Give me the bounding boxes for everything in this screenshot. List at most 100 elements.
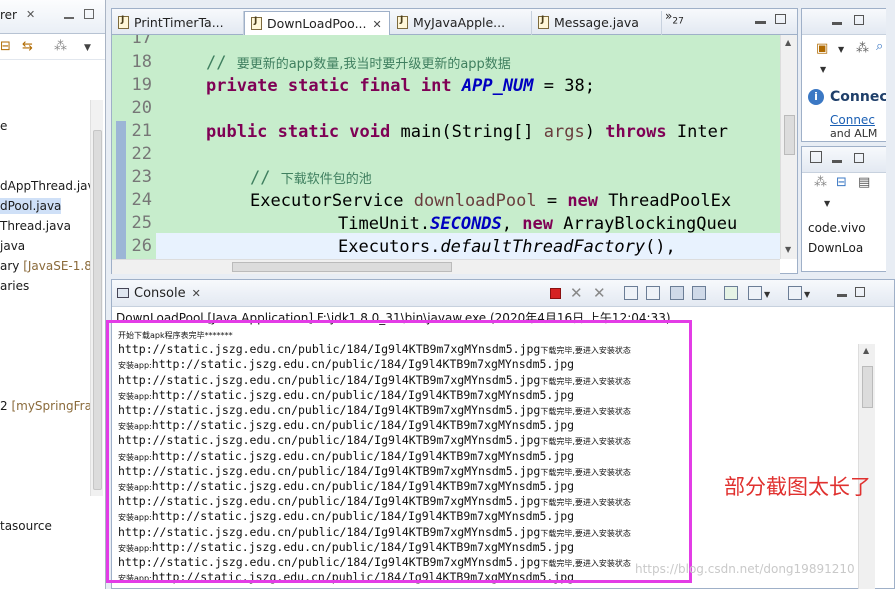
minimize-icon[interactable]: [837, 294, 847, 297]
minimize-icon[interactable]: [832, 160, 842, 163]
show-on-output-icon[interactable]: [692, 286, 706, 300]
maximize-icon[interactable]: [854, 153, 864, 163]
tree-item[interactable]: java: [0, 238, 25, 254]
tree-item[interactable]: Thread.java: [0, 218, 71, 234]
chevron-down-icon[interactable]: ▼: [764, 290, 778, 304]
remove-all-icon[interactable]: ✕: [593, 286, 607, 301]
outline-item[interactable]: code.vivo: [808, 221, 866, 235]
maximize-icon[interactable]: [775, 14, 786, 24]
hide-fields-icon[interactable]: ▤: [858, 175, 870, 190]
editor-horizontal-scrollbar[interactable]: [112, 259, 780, 274]
close-icon[interactable]: ✕: [26, 8, 35, 21]
tree-item-label: java: [0, 239, 26, 253]
code-token: TimeUnit.: [338, 214, 431, 234]
more-tabs-count: 27: [672, 16, 684, 27]
connect-link[interactable]: Connec: [830, 113, 875, 127]
chevron-down-icon[interactable]: ▼: [804, 290, 818, 304]
editor-tab[interactable]: Message.java: [532, 11, 662, 35]
filter-icon[interactable]: ⁂: [54, 39, 67, 54]
code-token: ArrayBlockingQueu: [552, 214, 738, 234]
code-token: main(String[]: [400, 122, 544, 142]
parameter-token: args: [543, 122, 585, 142]
filter-icon[interactable]: ⁂: [856, 41, 869, 56]
comment-text: 要更新的app数量,我当时要升级更新的app数据: [236, 57, 511, 72]
tree-item[interactable]: aries: [0, 278, 29, 294]
chevron-down-icon[interactable]: ▼: [824, 199, 830, 208]
chevron-down-icon[interactable]: ▼: [838, 45, 844, 54]
scrollbar-thumb[interactable]: [232, 262, 452, 272]
package-explorer-scrollbar[interactable]: [90, 100, 103, 496]
tree-item[interactable]: ary [JavaSE-1.8]: [0, 258, 97, 274]
outline-item[interactable]: DownLoa: [808, 241, 863, 255]
annotation-text: 部分截图太长了: [724, 475, 871, 499]
clear-console-icon[interactable]: [624, 286, 638, 300]
scrollbar-thumb[interactable]: [862, 366, 873, 408]
tree-item[interactable]: dAppThread.java: [0, 178, 102, 194]
chevron-down-icon[interactable]: ▼: [820, 65, 826, 74]
package-explorer-tab[interactable]: rer: [0, 8, 17, 22]
tree-item-label: dAppThread.java: [0, 179, 102, 193]
tree-item[interactable]: 2 [mySpringFra: [0, 398, 92, 414]
code-line-25: TimeUnit.SECONDS, new ArrayBlockingQueu: [338, 214, 737, 234]
search-icon[interactable]: ⌕: [876, 39, 883, 54]
chevron-down-icon[interactable]: ▼: [84, 43, 91, 53]
tree-item[interactable]: e: [0, 118, 7, 134]
editor-tab[interactable]: PrintTimerTa...: [112, 11, 244, 35]
pin-console-icon[interactable]: [724, 286, 738, 300]
code-area[interactable]: 17 18 19 20 21 22 23 24 25 26 // 要更新的app…: [112, 35, 780, 259]
sort-icon[interactable]: ⊟: [836, 175, 847, 190]
code-token: = 38;: [533, 76, 595, 96]
console-icon: [117, 288, 129, 298]
link-editor-icon[interactable]: ⇆: [22, 39, 33, 54]
code-token: Inter: [666, 122, 729, 142]
maximize-icon[interactable]: [855, 287, 865, 297]
line-number: 18: [131, 52, 152, 72]
comment-text: 下载软件包的池: [280, 172, 372, 187]
tree-item-label: 2: [0, 399, 8, 413]
console-scrollbar[interactable]: ▲: [858, 344, 875, 589]
tree-item-label: ary: [0, 259, 20, 273]
code-token: ExecutorService: [250, 191, 414, 211]
tree-item-selected[interactable]: dPool.java: [0, 198, 62, 214]
close-icon[interactable]: ✕: [192, 287, 201, 300]
maximize-icon[interactable]: [854, 15, 864, 25]
new-task-icon[interactable]: ▣: [816, 41, 828, 56]
scroll-up-icon[interactable]: ▲: [785, 38, 791, 47]
editor-tab-label: MyJavaApple...: [413, 15, 506, 30]
editor-tab-active[interactable]: DownLoadPoo... ✕: [244, 11, 390, 36]
scroll-down-icon[interactable]: ▼: [785, 245, 791, 254]
collapse-all-icon[interactable]: ⊟: [0, 39, 11, 54]
restore-icon[interactable]: [810, 151, 822, 163]
filter-icon[interactable]: ⁂: [814, 175, 827, 190]
open-console-icon[interactable]: [788, 286, 802, 300]
line-number: 23: [131, 167, 152, 187]
code-token: (),: [645, 237, 676, 257]
terminate-icon[interactable]: [550, 288, 561, 299]
highlight-box: [106, 320, 692, 583]
code-token: ): [584, 122, 606, 142]
line-number: 26: [131, 236, 152, 256]
minimize-icon[interactable]: [832, 22, 842, 25]
minimize-icon[interactable]: [64, 16, 74, 19]
display-console-icon[interactable]: [748, 286, 762, 300]
console-tab[interactable]: Console ✕: [117, 286, 201, 301]
scrollbar-thumb[interactable]: [784, 115, 795, 155]
connect-description: and ALM: [830, 127, 878, 140]
editor-vertical-scrollbar[interactable]: ▲ ▼: [780, 35, 797, 259]
line-number: 17: [131, 35, 152, 48]
java-file-icon: [251, 16, 262, 30]
tree-item[interactable]: tasource: [0, 518, 52, 534]
editor-tab[interactable]: MyJavaApple...: [391, 11, 532, 35]
word-wrap-icon[interactable]: [670, 286, 684, 300]
remove-launch-icon[interactable]: ✕: [570, 286, 584, 301]
scroll-up-icon[interactable]: ▲: [863, 346, 869, 355]
constant-token: APP_NUM: [461, 76, 534, 96]
scrollbar-thumb[interactable]: [93, 130, 102, 490]
code-line-19: private static final int APP_NUM = 38;: [206, 76, 595, 96]
editor-tab-label: PrintTimerTa...: [134, 15, 224, 30]
maximize-icon[interactable]: [84, 9, 94, 19]
minimize-icon[interactable]: [755, 21, 766, 24]
close-icon[interactable]: ✕: [373, 18, 382, 31]
scroll-lock-icon[interactable]: [646, 286, 660, 300]
more-tabs-button[interactable]: »27: [665, 9, 684, 26]
